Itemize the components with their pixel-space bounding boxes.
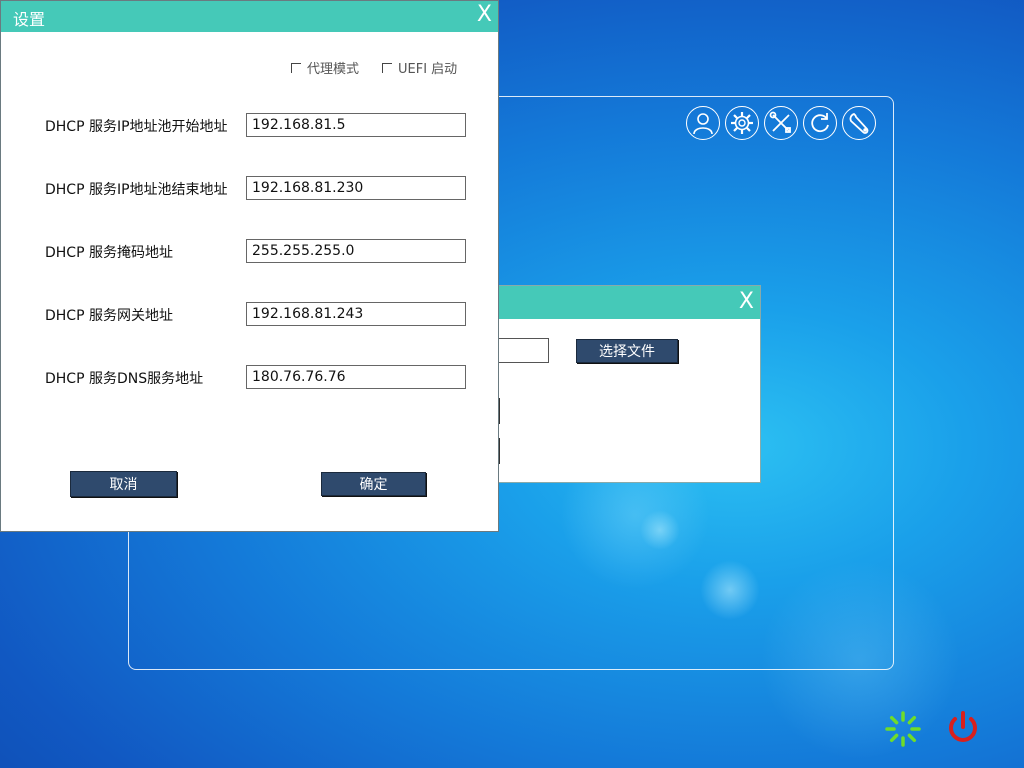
power-icon[interactable] [944,709,982,747]
uefi-boot-label: UEFI 启动 [398,62,458,77]
proxy-mode-label: 代理模式 [307,62,360,77]
refresh-icon[interactable] [803,106,837,140]
dhcp-dns-input[interactable] [246,365,466,389]
close-icon[interactable]: X [739,291,754,313]
cancel-button[interactable]: 取消 [70,471,177,497]
dhcp-end-input[interactable] [246,176,466,200]
file-dialog: X 选择文件 [496,285,761,483]
dhcp-start-input[interactable] [246,113,466,137]
checkbox-icon[interactable] [382,62,392,73]
dhcp-dns-label: DHCP 服务DNS服务地址 [45,371,204,387]
file-dialog-titlebar: X [497,286,760,319]
wrench-icon[interactable] [842,106,876,140]
ok-button[interactable]: 确定 [321,472,426,496]
dhcp-mask-input[interactable] [246,239,466,263]
dhcp-start-label: DHCP 服务IP地址池开始地址 [45,119,228,135]
dhcp-gateway-label: DHCP 服务网关地址 [45,308,173,324]
uefi-boot-checkbox[interactable]: UEFI 启动 [382,58,457,77]
gear-icon[interactable] [725,106,759,140]
dhcp-mask-label: DHCP 服务掩码地址 [45,245,173,261]
tools-icon[interactable] [764,106,798,140]
user-icon[interactable] [686,106,720,140]
settings-dialog: 设置 X 代理模式 UEFI 启动 DHCP 服务IP地址池开始地址 DHCP … [0,0,499,532]
file-path-input[interactable] [497,338,549,363]
loading-spinner-icon [884,710,922,748]
toolbar [686,106,876,140]
settings-titlebar: 设置 X [1,1,498,32]
dhcp-gateway-input[interactable] [246,302,466,326]
select-file-button[interactable]: 选择文件 [576,339,678,363]
proxy-mode-checkbox[interactable]: 代理模式 [291,58,359,77]
dialog-title: 设置 [13,10,46,29]
dhcp-end-label: DHCP 服务IP地址池结束地址 [45,182,228,198]
close-icon[interactable]: X [477,4,492,26]
checkbox-icon[interactable] [291,62,301,73]
